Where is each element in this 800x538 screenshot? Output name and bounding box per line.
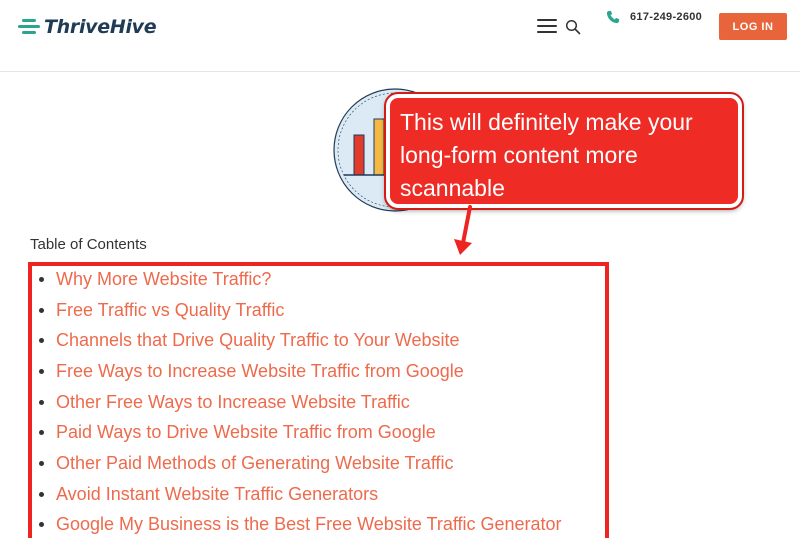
bullet-icon [39, 399, 44, 405]
logo-text: ThriveHive [44, 16, 157, 38]
toc-link[interactable]: Google My Business is the Best Free Webs… [56, 514, 562, 535]
hamburger-menu-icon[interactable] [537, 18, 557, 34]
bullet-icon [39, 338, 44, 344]
bullet-icon [39, 276, 44, 282]
toc-link[interactable]: Channels that Drive Quality Traffic to Y… [56, 330, 460, 351]
site-header: ThriveHive 617-249-2600 LOG IN [0, 0, 800, 72]
toc-link[interactable]: Paid Ways to Drive Website Traffic from … [56, 422, 436, 443]
toc-list: Why More Website Traffic? Free Traffic v… [36, 264, 606, 538]
toc-item: Channels that Drive Quality Traffic to Y… [36, 325, 606, 356]
toc-link[interactable]: Free Ways to Increase Website Traffic fr… [56, 361, 464, 382]
toc-item: Other Paid Methods of Generating Website… [36, 448, 606, 479]
toc-item: Paid Ways to Drive Website Traffic from … [36, 417, 606, 448]
arrow-down-icon [454, 205, 472, 255]
bullet-icon [39, 307, 44, 313]
toc-link[interactable]: Avoid Instant Website Traffic Generators [56, 484, 378, 505]
annotation-callout: This will definitely make your long-form… [384, 92, 744, 210]
bullet-icon [39, 368, 44, 374]
toc-link[interactable]: Free Traffic vs Quality Traffic [56, 300, 284, 321]
bullet-icon [39, 430, 44, 436]
login-button[interactable]: LOG IN [719, 13, 787, 40]
toc-link[interactable]: Why More Website Traffic? [56, 269, 271, 290]
toc-link[interactable]: Other Paid Methods of Generating Website… [56, 453, 454, 474]
toc-item: Free Traffic vs Quality Traffic [36, 295, 606, 326]
phone-icon [606, 10, 620, 24]
toc-title: Table of Contents [30, 236, 147, 253]
search-icon[interactable] [565, 19, 581, 35]
callout-text: This will definitely make your long-form… [400, 109, 693, 201]
toc-item: Free Ways to Increase Website Traffic fr… [36, 356, 606, 387]
phone-number: 617-249-2600 [630, 11, 703, 23]
bullet-icon [39, 522, 44, 528]
toc-item: Why More Website Traffic? [36, 264, 606, 295]
thrivehive-logo[interactable]: ThriveHive [18, 16, 157, 38]
bullet-icon [39, 491, 44, 497]
phone-link[interactable]: 617-249-2600 [606, 10, 702, 24]
toc-link[interactable]: Other Free Ways to Increase Website Traf… [56, 392, 410, 413]
logo-mark-icon [18, 17, 40, 37]
bullet-icon [39, 460, 44, 466]
toc-item: Google My Business is the Best Free Webs… [36, 510, 606, 538]
toc-item: Avoid Instant Website Traffic Generators [36, 479, 606, 510]
toc-item: Other Free Ways to Increase Website Traf… [36, 387, 606, 418]
